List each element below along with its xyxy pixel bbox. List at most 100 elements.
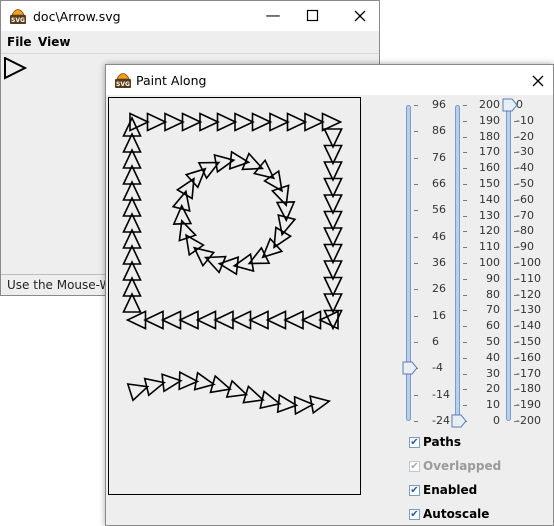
slider2-tick (463, 373, 467, 375)
slider3-tick (514, 294, 518, 296)
slider2-tick (463, 136, 467, 138)
menu-file[interactable]: File (7, 35, 32, 49)
checkbox-label-enabled: Enabled (423, 483, 478, 497)
slider1-tick-label: -4 (432, 361, 443, 375)
slider3-tick (514, 342, 518, 343)
slider3-tick (514, 199, 518, 201)
arrow-mark (164, 112, 185, 132)
slider1-tick-label: 6 (432, 335, 439, 348)
arrow-mark (146, 112, 168, 132)
slider2-tick-label: 20 (486, 382, 500, 396)
arrow-mark (251, 112, 273, 132)
slider1-tick (414, 263, 418, 264)
slider3-tick-label: -100 (516, 256, 541, 269)
window-title: Paint Along (136, 73, 207, 88)
arrow-mark (160, 310, 182, 330)
arrow-mark (184, 167, 207, 189)
slider3-thumb[interactable] (502, 98, 518, 112)
checkbox-autoscale[interactable]: ✔ (409, 509, 420, 520)
arrow-mark (178, 310, 199, 330)
arrow-mark (230, 310, 252, 330)
slider3-tick-label: -150 (516, 335, 541, 348)
slider1-tick (414, 105, 418, 106)
slider2-thumb[interactable] (451, 414, 467, 428)
slider2-tick-label: 40 (486, 350, 500, 364)
slider3-tick-label: -170 (516, 366, 541, 380)
arrow-mark (265, 310, 287, 330)
arrow-mark (321, 112, 343, 132)
slider2-tick-label: 190 (479, 113, 500, 127)
menu-bar: File View (1, 31, 379, 54)
slider2-tick (463, 215, 467, 217)
minimize-icon[interactable]: — (263, 8, 283, 23)
slider3-tick-label: -10 (516, 113, 534, 127)
slider2-tick-label: 0 (493, 414, 500, 427)
slider2-tick (463, 120, 467, 122)
slider2-tick-label: 80 (486, 287, 500, 301)
arrow-mark (199, 112, 220, 132)
checkbox-label-paths: Paths (423, 435, 461, 449)
slider2-tick (463, 278, 467, 280)
slider3-tick (514, 168, 518, 170)
slider1-tick-label: -24 (432, 414, 450, 427)
arrow-mark (143, 310, 164, 330)
checkbox-enabled[interactable]: ✔ (409, 485, 420, 496)
slider3-tick-label: -50 (516, 177, 534, 190)
slider1-tick-label: 96 (432, 98, 446, 111)
arrow-mark (195, 310, 217, 330)
slider1-tick (414, 342, 418, 343)
maximize-icon[interactable] (306, 9, 320, 23)
slider2-tick (463, 168, 467, 170)
slider3-tick (514, 231, 518, 233)
slider1-tick (414, 131, 418, 133)
slider3-tick-label: -30 (516, 145, 534, 159)
slider3-tick (514, 421, 518, 422)
slider2-tick (463, 105, 467, 106)
paint-canvas-drawing (122, 112, 343, 416)
slider1-tick-label: 26 (432, 282, 446, 296)
slider2-tick (463, 342, 467, 343)
paint-canvas[interactable] (108, 97, 361, 495)
slider2-track[interactable] (455, 105, 460, 421)
arrow-mark (277, 214, 297, 237)
arrow-mark (273, 226, 293, 249)
slider3-tick (514, 136, 518, 138)
slider2-tick (463, 199, 467, 201)
slider3-tick-label: -110 (516, 271, 541, 285)
checkbox-overlapped: ✔ (409, 461, 420, 472)
slider3-tick-label: -160 (516, 350, 541, 364)
slider2-tick-label: 130 (479, 208, 500, 222)
title-bar[interactable]: SVG Paint Along (106, 65, 553, 95)
slider2-tick (463, 247, 467, 249)
slider1-thumb[interactable] (402, 361, 418, 375)
svg-app-icon: SVG (10, 9, 26, 24)
slider3-tick-label: -90 (516, 240, 534, 254)
checkbox-paths[interactable]: ✔ (409, 437, 420, 448)
slider2-tick-label: 30 (486, 366, 500, 380)
close-icon[interactable] (353, 9, 367, 23)
slider2-tick-label: 150 (479, 177, 500, 190)
slider2-tick-label: 140 (479, 192, 500, 206)
menu-view[interactable]: View (38, 35, 70, 49)
slider1-tick (414, 315, 418, 317)
slider2-tick-label: 120 (479, 224, 500, 238)
slider1-tick-label: -14 (432, 387, 450, 401)
slider3-tick-label: -190 (516, 398, 541, 412)
slider1-tick (414, 289, 418, 291)
slider3-track[interactable] (506, 105, 511, 421)
slider2-tick-label: 60 (486, 319, 500, 333)
close-icon[interactable] (531, 74, 545, 88)
arrow-mark (269, 112, 290, 132)
slider1-tick (414, 210, 418, 212)
slider2-tick (463, 357, 467, 359)
slider3-tick (514, 278, 518, 280)
slider3-tick (514, 152, 518, 154)
arrow-mark (175, 177, 195, 200)
slider2-tick (463, 326, 467, 328)
arrow-mark (304, 112, 325, 132)
slider2-tick (463, 263, 467, 264)
slider3-tick (514, 389, 518, 391)
slider2-tick (463, 152, 467, 154)
arrow-mark (234, 112, 255, 132)
title-bar[interactable]: SVG doc\Arrow.svg — (1, 1, 379, 31)
